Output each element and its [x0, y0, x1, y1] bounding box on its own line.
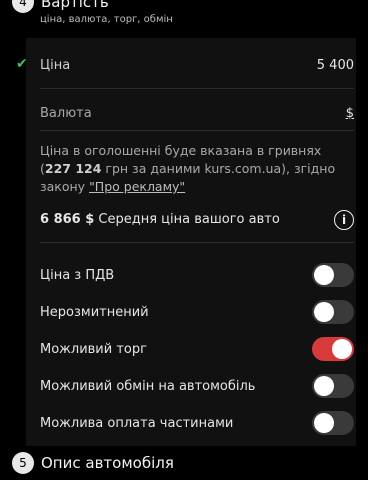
toggle-label: Можливий обмін на автомобіль	[40, 378, 256, 394]
toggle-switch[interactable]	[312, 300, 354, 324]
toggle-knob	[314, 265, 334, 285]
section-4-header: 4 Вартість	[12, 0, 109, 13]
toggle-switch[interactable]	[312, 263, 354, 287]
toggle-switch[interactable]	[312, 411, 354, 435]
step-number-5: 5	[12, 452, 34, 474]
toggle-knob	[314, 376, 334, 396]
toggle-row[interactable]: Нерозмитнений	[40, 299, 354, 325]
toggle-label: Ціна з ПДВ	[40, 267, 115, 283]
price-row[interactable]: Ціна 5 400	[40, 56, 354, 74]
uah-amount: 227 124	[44, 161, 102, 176]
toggle-label: Можлива оплата частинами	[40, 415, 234, 431]
toggle-label: Нерозмитнений	[40, 304, 149, 320]
check-icon: ✔	[16, 56, 28, 72]
toggle-switch[interactable]	[312, 337, 354, 361]
section-5-title: Опис автомобіля	[41, 454, 174, 472]
divider	[40, 130, 354, 131]
average-price-label: Середня ціна вашого авто	[94, 212, 280, 227]
toggle-switch[interactable]	[312, 374, 354, 398]
info-icon[interactable]: i	[334, 210, 354, 230]
toggle-knob	[314, 413, 334, 433]
toggle-row[interactable]: Можливий торг	[40, 336, 354, 362]
toggle-row[interactable]: Можливий обмін на автомобіль	[40, 373, 354, 399]
toggle-knob	[314, 302, 334, 322]
toggle-row[interactable]: Можлива оплата частинами	[40, 410, 354, 436]
section-5-header: 5 Опис автомобіля	[12, 452, 174, 474]
price-value[interactable]: 5 400	[317, 58, 354, 73]
section-4-title: Вартість	[41, 0, 109, 11]
toggle-row[interactable]: Ціна з ПДВ	[40, 262, 354, 288]
toggle-label: Можливий торг	[40, 341, 147, 357]
advertising-law-link[interactable]: "Про рекламу"	[89, 179, 185, 194]
average-price-amount: 6 866 $	[40, 212, 95, 227]
divider	[40, 242, 354, 243]
currency-row[interactable]: Валюта $	[40, 104, 354, 122]
price-label: Ціна	[40, 57, 71, 73]
divider	[40, 88, 354, 89]
section-4-subtitle: ціна, валюта, торг, обмін	[40, 14, 173, 25]
average-price: 6 866 $ Середня ціна вашого авто	[40, 212, 280, 227]
price-info-text: Ціна в оголошенні буде вказана в гривнях…	[40, 143, 336, 194]
currency-select[interactable]: $	[346, 106, 354, 121]
currency-label: Валюта	[40, 105, 92, 121]
step-number-4: 4	[12, 0, 34, 13]
toggle-knob	[332, 339, 352, 359]
